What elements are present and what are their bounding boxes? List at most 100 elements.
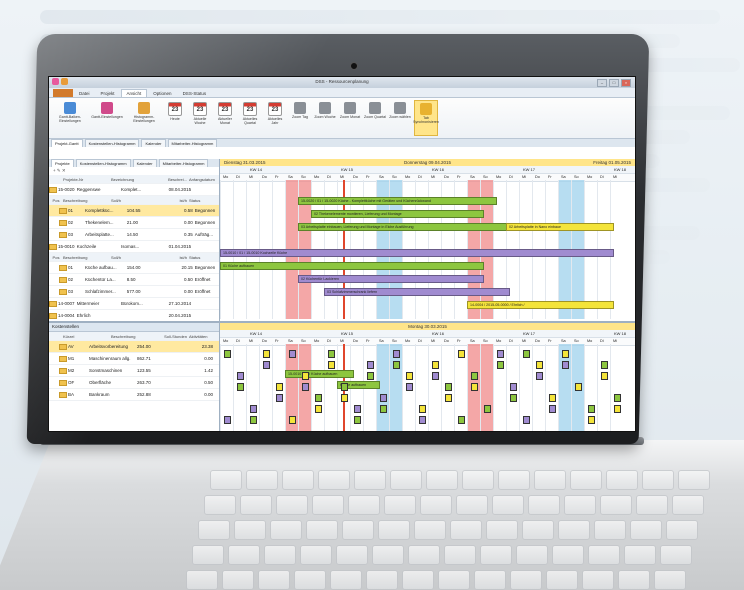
gantt-top[interactable]: Dienstag 31.03.2015 Donnerstag 09.04.201… <box>220 159 635 319</box>
gantt-bar[interactable]: 03 Schlafzimmerschrank liefern <box>324 288 510 296</box>
ribbon-button-9[interactable]: Zoom Woche <box>314 100 336 136</box>
ribbon-tab-datei[interactable]: Datei <box>74 90 95 97</box>
ribbon-button-1[interactable]: Gantt-Einstellungen <box>90 100 124 136</box>
pane-tab[interactable]: Mitarbeiter-Histogramm <box>158 159 209 167</box>
ribbon-tab-dss-status[interactable]: DSS-Status <box>178 90 212 97</box>
resource-chip[interactable] <box>601 361 608 369</box>
resource-chip[interactable] <box>263 350 270 358</box>
resource-chip[interactable] <box>445 394 452 402</box>
table-row[interactable]: Pos Beschreibung Soll/h Ist/h Status <box>49 253 219 262</box>
minimize-button[interactable]: – <box>597 79 607 87</box>
resource-chip[interactable] <box>575 383 582 391</box>
resource-chip[interactable] <box>328 350 335 358</box>
resource-chip[interactable] <box>354 416 361 424</box>
ribbon-button-10[interactable]: Zoom Monat <box>339 100 361 136</box>
table-row[interactable]: AV Arbeitsvorbereitung 254.00 23.38 <box>49 341 219 353</box>
ribbon-button-13[interactable]: Tab Synchronisieren <box>413 100 439 136</box>
resource-chip[interactable] <box>549 394 556 402</box>
resource-chip[interactable] <box>380 394 387 402</box>
ribbon-button-8[interactable]: Zoom Tag <box>289 100 311 136</box>
resource-chip[interactable] <box>289 350 296 358</box>
resource-chip[interactable] <box>315 394 322 402</box>
resource-chip[interactable] <box>562 350 569 358</box>
ribbon-button-0[interactable]: Gantt-Balken-Einstellungen <box>53 100 87 136</box>
resource-chip[interactable] <box>523 416 530 424</box>
table-row[interactable]: 03 Arbeitsplatte... 14.50 0.35 Aufträg... <box>49 229 219 241</box>
table-row[interactable]: M2 Sonstmaschinen 123.55 1.42 <box>49 365 219 377</box>
resource-chip[interactable] <box>393 361 400 369</box>
gantt-bar[interactable]: 02 Thekenelemente montieren, Lieferung u… <box>311 210 484 218</box>
list-toolbar[interactable]: + ✎ ✕ <box>49 167 219 175</box>
resource-chip[interactable] <box>406 372 413 380</box>
table-row[interactable]: 15-0020 Reggenswe Komplet... 08.04.2015 <box>49 184 219 196</box>
resource-chip[interactable] <box>406 383 413 391</box>
ribbon-button-7[interactable]: 23 Aktuelles Jahr <box>264 100 286 136</box>
resource-chip[interactable] <box>497 350 504 358</box>
resource-chip[interactable] <box>367 361 374 369</box>
table-row[interactable]: 15-0010 Kochzeile Isomas... 01.04.2015 <box>49 241 219 253</box>
resource-chip[interactable] <box>237 372 244 380</box>
ribbon-button-11[interactable]: Zoom Quartal <box>364 100 386 136</box>
table-row[interactable]: 03 Schlafzimmer... 577.00 0.00 Eröffnet <box>49 286 219 298</box>
resource-chip[interactable] <box>549 405 556 413</box>
resource-chip[interactable] <box>276 394 283 402</box>
resource-chip[interactable] <box>224 350 231 358</box>
view-tab[interactable]: Kalender <box>141 139 166 147</box>
resource-chip[interactable] <box>263 361 270 369</box>
resource-chip[interactable] <box>224 416 231 424</box>
resource-chip[interactable] <box>484 405 491 413</box>
table-row[interactable]: Pos Beschreibung Soll/h Ist/h Status <box>49 196 219 205</box>
gantt-bar[interactable]: 15-0010 / 01 / Küche aufbauen <box>285 370 354 378</box>
resource-chip[interactable] <box>328 361 335 369</box>
view-tab[interactable]: Projekt-Gantt <box>51 139 83 147</box>
ribbon-button-3[interactable]: 23 Heute <box>164 100 186 136</box>
resource-chip[interactable] <box>588 405 595 413</box>
resource-chip[interactable] <box>289 416 296 424</box>
resource-chip[interactable] <box>536 361 543 369</box>
view-tab[interactable]: Mitarbeiter-Histogramm <box>167 139 218 147</box>
gantt-bar[interactable]: 14-0004 / 2015-05-0000 / Ehrlich / <box>467 301 614 309</box>
resource-chip[interactable] <box>497 361 504 369</box>
resource-chip[interactable] <box>419 416 426 424</box>
gantt-bar[interactable]: 02 Küchentür Lackieren <box>298 275 484 283</box>
resource-chip[interactable] <box>237 383 244 391</box>
resource-chip[interactable] <box>380 405 387 413</box>
resource-chip[interactable] <box>471 383 478 391</box>
gantt-bottom[interactable]: Montag 30.03.2015 KW 14 KW 15 KW 16 KW 17 KW… <box>220 321 635 431</box>
pane-tab[interactable]: Kalender <box>132 159 157 167</box>
resource-chip[interactable] <box>601 372 608 380</box>
table-row[interactable]: 01 Komplettküc... 104.55 0.58 Begonnen <box>49 205 219 217</box>
resource-chip[interactable] <box>250 416 257 424</box>
gantt-bar[interactable]: 15-0010 / 01 / 15-0010 Kochzeile Küche <box>220 249 614 257</box>
resource-chip[interactable] <box>510 383 517 391</box>
ribbon-button-5[interactable]: 23 Aktueller Monat <box>214 100 236 136</box>
ribbon-button-12[interactable]: Zoom wählen <box>389 100 411 136</box>
resource-chip[interactable] <box>458 350 465 358</box>
resource-chip[interactable] <box>432 361 439 369</box>
gantt-bar[interactable]: 01 Küche aufbauen <box>220 262 484 270</box>
maximize-button[interactable]: □ <box>609 79 619 87</box>
resource-chip[interactable] <box>302 383 309 391</box>
ribbon-button-4[interactable]: 23 Aktuelle Woche <box>189 100 211 136</box>
table-row[interactable]: BA Bankraum 252.88 0.00 <box>49 389 219 401</box>
ribbon-button-6[interactable]: 23 Aktuelles Quartal <box>239 100 261 136</box>
resource-chip[interactable] <box>471 372 478 380</box>
view-tab[interactable]: Kostenstellen-Histogramm <box>84 139 140 147</box>
pane-tab[interactable]: Projekte <box>51 159 74 167</box>
resource-chip[interactable] <box>562 361 569 369</box>
resource-chip[interactable] <box>588 416 595 424</box>
ribbon-tab-file[interactable] <box>53 89 73 97</box>
ribbon-tab-projekt[interactable]: Projekt <box>96 90 120 97</box>
table-row[interactable]: 14-0007 Mittermeier Bürokom... 27.10.2014 <box>49 298 219 310</box>
resource-chip[interactable] <box>536 372 543 380</box>
table-row[interactable]: OF Oberfläche 263.70 0.50 <box>49 377 219 389</box>
gantt-bar[interactable]: 03 Arbeitsplatte einbauen, Lieferung und… <box>298 223 510 231</box>
resource-chip[interactable] <box>302 372 309 380</box>
table-row[interactable]: 02 Küchentür La... 8.50 0.50 Eröffnet <box>49 274 219 286</box>
ribbon-tab-ansicht[interactable]: Ansicht <box>120 89 148 97</box>
gantt-bar[interactable]: 15-0020 / 01 / 15-0020 Küche - Komplettk… <box>298 197 497 205</box>
resource-chip[interactable] <box>367 372 374 380</box>
resource-chip[interactable] <box>445 383 452 391</box>
pane-tab[interactable]: Kostenstellen-Histogramm <box>75 159 131 167</box>
resource-chip[interactable] <box>250 405 257 413</box>
